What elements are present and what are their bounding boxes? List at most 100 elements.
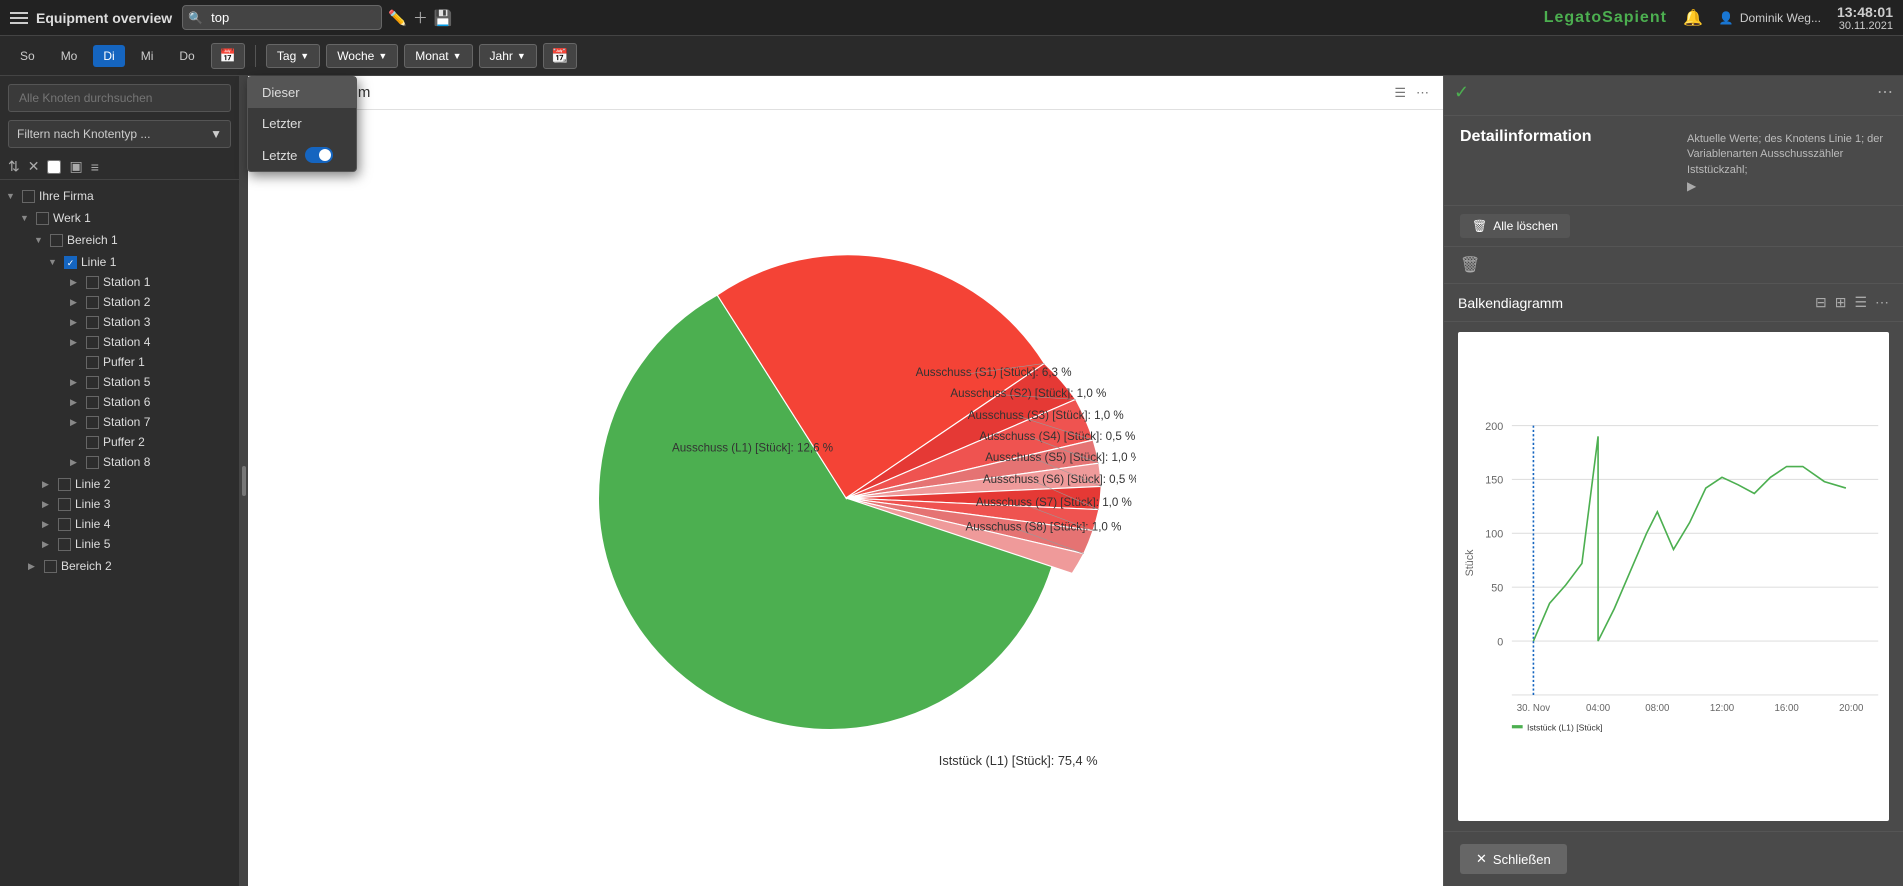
chevron-right-icon: ▶ [70, 317, 82, 328]
checkbox-linie2[interactable] [58, 478, 71, 491]
select-all-checkbox[interactable] [47, 160, 61, 174]
checkbox-station5[interactable] [86, 376, 99, 389]
tree-row-linie5[interactable]: ▶ Linie 5 [28, 534, 239, 554]
checkbox-station1[interactable] [86, 276, 99, 289]
collapse-icon[interactable]: ✕ [28, 158, 40, 175]
svg-text:0: 0 [1497, 637, 1503, 649]
checkbox-linie3[interactable] [58, 498, 71, 511]
calendar-range-icon[interactable]: 📆 [543, 43, 578, 69]
checkbox-station8[interactable] [86, 456, 99, 469]
checkbox-station2[interactable] [86, 296, 99, 309]
user-block[interactable]: 👤 Dominik Weg... [1719, 11, 1821, 25]
tree-row-station5[interactable]: ▶ Station 5 [42, 372, 239, 392]
current-time: 13:48:01 [1837, 4, 1893, 20]
filter-icon[interactable]: ☰ [1394, 85, 1406, 101]
filter-icon[interactable]: ☰ [1854, 294, 1867, 311]
minimize-icon[interactable]: ⊟ [1815, 294, 1827, 311]
detail-title: Detailinformation [1460, 128, 1592, 146]
checkbox-station7[interactable] [86, 416, 99, 429]
notification-icon[interactable]: 🔔 [1683, 8, 1703, 28]
dropdown-item-letzter[interactable]: Letzter [248, 108, 356, 139]
day-mi[interactable]: Mi [131, 45, 164, 67]
save-icon[interactable]: 💾 [434, 9, 453, 27]
tree-row-bereich2[interactable]: ▶ Bereich 2 [14, 556, 239, 576]
checkbox-linie4[interactable] [58, 518, 71, 531]
checkbox-puffer1[interactable] [86, 356, 99, 369]
checkbox-station6[interactable] [86, 396, 99, 409]
detail-info-header: Detailinformation Aktuelle Werte; des Kn… [1444, 116, 1903, 206]
checkbox-station3[interactable] [86, 316, 99, 329]
right-actions: 🗑 Alle löschen [1444, 206, 1903, 247]
trash-icon: 🗑 [1472, 219, 1487, 233]
day-di[interactable]: Di [93, 45, 124, 67]
checkbox-bereich2[interactable] [44, 560, 57, 573]
sort-icon[interactable]: ≡ [91, 159, 99, 175]
checkbox-bereich1[interactable] [50, 234, 63, 247]
day-do[interactable]: Do [169, 45, 204, 67]
checkbox-linie5[interactable] [58, 538, 71, 551]
chevron-right-icon[interactable]: ▶ [1687, 179, 1696, 193]
svg-text:16:00: 16:00 [1775, 703, 1800, 714]
tree-row-werk1[interactable]: ▼ Werk 1 [14, 208, 239, 228]
tree-row-station6[interactable]: ▶ Station 6 [42, 392, 239, 412]
svg-text:30. Nov: 30. Nov [1517, 703, 1551, 714]
chevron-right-icon: ▶ [42, 519, 54, 530]
checkbox-werk1[interactable] [36, 212, 49, 225]
chevron-right-icon: ▶ [70, 337, 82, 348]
more-icon[interactable]: ⋯ [1875, 294, 1889, 311]
checkbox-linie1[interactable] [64, 256, 77, 269]
node-search-input[interactable] [8, 84, 231, 112]
tree-row-ihre-firma[interactable]: ▼ Ihre Firma [0, 186, 239, 206]
add-icon[interactable]: ＋ [413, 7, 428, 28]
more-options-icon[interactable]: ⋯ [1877, 82, 1893, 109]
dropdown-item-dieser[interactable]: Dieser [248, 77, 356, 108]
monat-dropdown[interactable]: Monat ▼ [404, 44, 472, 68]
tag-dropdown[interactable]: Tag ▼ [266, 44, 320, 68]
tree-row-station4[interactable]: ▶ Station 4 [42, 332, 239, 352]
tree-row-bereich1[interactable]: ▼ Bereich 1 [28, 230, 239, 250]
more-icon[interactable]: ⋯ [1416, 85, 1429, 101]
letzte-label: Letzte [262, 148, 297, 163]
checkbox-station4[interactable] [86, 336, 99, 349]
woche-dropdown[interactable]: Woche ▼ [326, 44, 398, 68]
label-puffer1: Puffer 1 [103, 355, 145, 369]
chevron-down-icon: ▼ [34, 235, 46, 245]
checkbox-ihre-firma[interactable] [22, 190, 35, 203]
cal-icon[interactable]: 📅 [211, 43, 245, 69]
clear-all-button[interactable]: 🗑 Alle löschen [1460, 214, 1570, 238]
day-so[interactable]: So [10, 45, 45, 67]
chevron-down-icon: ▼ [453, 51, 462, 61]
svg-text:100: 100 [1485, 529, 1503, 541]
close-button[interactable]: ✕ Schließen [1460, 844, 1567, 874]
tree-row-linie2[interactable]: ▶ Linie 2 [28, 474, 239, 494]
tree-row-linie1[interactable]: ▼ Linie 1 [42, 252, 239, 272]
node-type-filter[interactable]: Filtern nach Knotentyp ... ▼ [8, 120, 231, 148]
tree-row-linie3[interactable]: ▶ Linie 3 [28, 494, 239, 514]
tree-row-station1[interactable]: ▶ Station 1 [42, 272, 239, 292]
sidebar-scroll-handle[interactable] [240, 76, 248, 886]
tree-row-station7[interactable]: ▶ Station 7 [42, 412, 239, 432]
delete-icon[interactable]: 🗑 [1460, 257, 1480, 274]
day-mo[interactable]: Mo [51, 45, 88, 67]
tree-row-puffer1[interactable]: ▶ Puffer 1 [42, 352, 239, 372]
search-input[interactable] [182, 5, 382, 30]
tree-row-station2[interactable]: ▶ Station 2 [42, 292, 239, 312]
expand-icon[interactable]: ⇅ [8, 158, 20, 175]
tree-row-linie4[interactable]: ▶ Linie 4 [28, 514, 239, 534]
time-block: 13:48:01 30.11.2021 [1837, 4, 1893, 32]
tree-row-puffer2[interactable]: ▶ Puffer 2 [42, 432, 239, 452]
checkbox-puffer2[interactable] [86, 436, 99, 449]
jahr-dropdown[interactable]: Jahr ▼ [479, 44, 537, 68]
letzte-toggle[interactable] [305, 147, 333, 163]
edit-icon[interactable]: ✏️ [388, 9, 407, 27]
tree-row-station8[interactable]: ▶ Station 8 [42, 452, 239, 472]
chevron-right-icon: ▶ [70, 417, 82, 428]
expand-icon[interactable]: ⊞ [1835, 294, 1847, 311]
sidebar-tree: ▼ Ihre Firma ▼ Werk 1 ▼ [0, 180, 239, 886]
node-view-icon[interactable]: ▣ [69, 158, 82, 175]
tree-row-station3[interactable]: ▶ Station 3 [42, 312, 239, 332]
chevron-down-icon: ▼ [48, 257, 60, 267]
confirm-icon[interactable]: ✓ [1454, 82, 1469, 103]
hamburger-icon[interactable] [10, 12, 28, 24]
label-station5: Station 5 [103, 375, 150, 389]
